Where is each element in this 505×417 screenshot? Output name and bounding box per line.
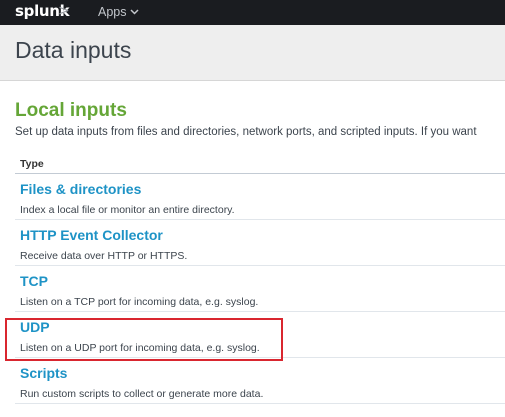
scripts-link[interactable]: Scripts <box>20 365 67 381</box>
apps-menu-label: Apps <box>98 5 127 19</box>
table-row: Files & directories Index a local file o… <box>15 174 505 220</box>
apps-menu-button[interactable]: Apps <box>98 5 139 19</box>
chevron-down-icon <box>129 9 139 15</box>
local-inputs-heading: Local inputs <box>15 100 127 121</box>
udp-highlight-box <box>5 318 283 361</box>
logo-chevron-icon: > <box>58 3 70 19</box>
column-header-type: Type <box>20 158 44 170</box>
table-row: TCP Listen on a TCP port for incoming da… <box>15 266 505 312</box>
tcp-link[interactable]: TCP <box>20 273 48 289</box>
page-header: Data inputs <box>0 25 505 81</box>
top-nav-bar: splunk > Apps <box>0 0 505 25</box>
http-event-collector-link[interactable]: HTTP Event Collector <box>20 227 163 243</box>
row-description: Listen on a TCP port for incoming data, … <box>20 296 259 308</box>
row-description: Run custom scripts to collect or generat… <box>20 388 264 400</box>
local-inputs-description: Set up data inputs from files and direct… <box>15 126 477 138</box>
page-title: Data inputs <box>15 37 132 63</box>
files-directories-link[interactable]: Files & directories <box>20 181 141 197</box>
row-description: Receive data over HTTP or HTTPS. <box>20 250 188 262</box>
table-header: Type <box>15 153 505 174</box>
table-row: Scripts Run custom scripts to collect or… <box>15 358 505 404</box>
inputs-table: Type Files & directories Index a local f… <box>15 153 505 404</box>
table-row: HTTP Event Collector Receive data over H… <box>15 220 505 266</box>
row-description: Index a local file or monitor an entire … <box>20 204 235 216</box>
